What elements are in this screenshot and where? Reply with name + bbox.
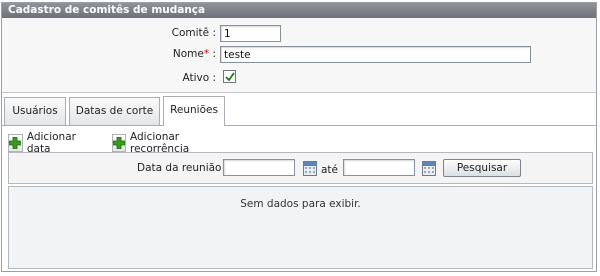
add-date-button[interactable]: Adicionar data — [8, 131, 81, 155]
meetings-grid: Sem dados para exibir. — [8, 186, 593, 269]
filter-bar: Data da reunião : até Pesquisar — [8, 152, 593, 184]
nome-label: Nome — [172, 48, 204, 60]
search-button[interactable]: Pesquisar — [443, 159, 521, 177]
calendar-icon[interactable] — [422, 160, 436, 176]
date-from-input[interactable] — [223, 159, 295, 176]
add-recurrence-button[interactable]: Adicionar recorrência — [112, 131, 195, 155]
tab-reunioes[interactable]: Reuniões — [163, 96, 225, 126]
date-to-input[interactable] — [343, 159, 415, 176]
nome-field[interactable] — [220, 46, 531, 63]
calendar-icon[interactable] — [303, 160, 317, 176]
panel-title: Cadastro de comitês de mudança — [2, 3, 596, 18]
plus-icon — [112, 134, 126, 152]
change-committee-panel: Cadastro de comitês de mudança Comitê : … — [1, 2, 597, 272]
tab-bar: Usuários Datas de corte Reuniões — [2, 95, 596, 126]
tab-usuarios[interactable]: Usuários — [4, 97, 66, 125]
ativo-checkbox[interactable] — [223, 70, 236, 83]
nome-colon: : — [209, 48, 216, 60]
ativo-label: Ativo : — [182, 72, 216, 84]
meeting-date-label: Data da reunião : — [137, 162, 229, 174]
comite-label: Comitê : — [171, 27, 216, 39]
checkmark-icon — [225, 72, 235, 82]
comite-field[interactable] — [220, 25, 281, 42]
until-label: até — [321, 164, 339, 176]
empty-message: Sem dados para exibir. — [240, 198, 361, 210]
nome-label-group: Nome* : — [136, 48, 216, 60]
committee-form: Comitê : Nome* : Ativo : — [2, 18, 596, 93]
plus-icon — [8, 134, 23, 152]
tab-datas-de-corte[interactable]: Datas de corte — [69, 97, 160, 125]
